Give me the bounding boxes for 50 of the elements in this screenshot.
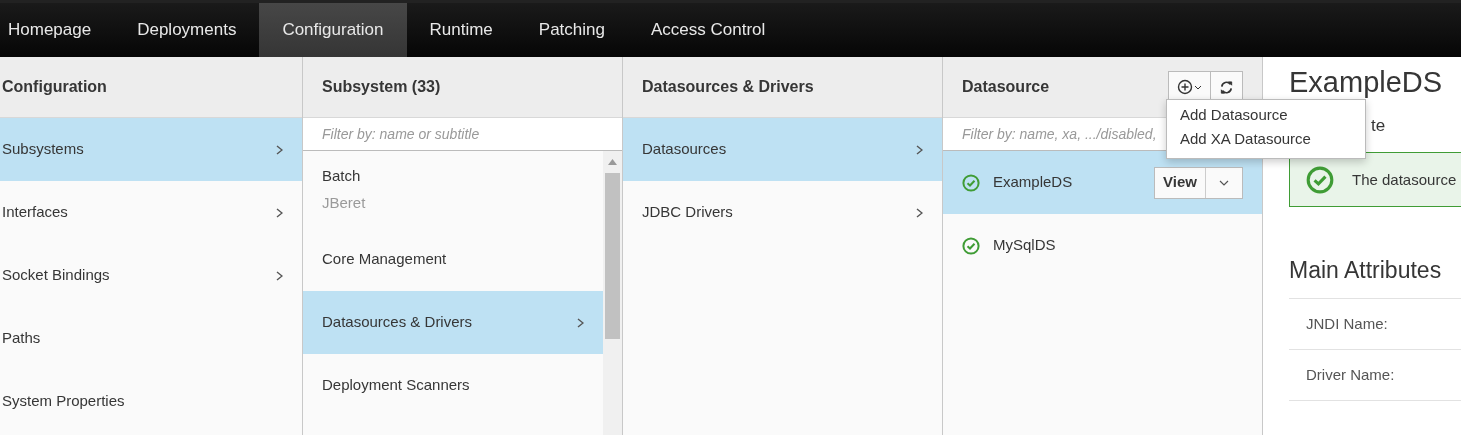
item-label: Deployment Scanners: [322, 375, 470, 396]
item-label: Datasources: [642, 139, 727, 160]
nav-tab[interactable]: Runtime: [406, 3, 516, 57]
item-label: Socket Bindings: [2, 265, 110, 286]
list-item[interactable]: Datasources: [623, 118, 942, 181]
list-item[interactable]: ExampleDS View: [943, 151, 1262, 214]
nav-tab[interactable]: Deployments: [114, 3, 260, 57]
scrollbar[interactable]: [603, 151, 622, 435]
item-label: JDBC Drivers: [642, 202, 733, 223]
nav-tab[interactable]: Access Control: [628, 3, 789, 57]
column-title: Configuration: [2, 77, 107, 97]
item-label: Interfaces: [2, 202, 68, 223]
item-label: System Properties: [2, 391, 125, 412]
check-circle-icon: [1306, 165, 1334, 194]
item-label: MySqlDS: [993, 235, 1056, 256]
item-subtitle: JBeret: [322, 192, 366, 213]
column-title: Datasource: [962, 77, 1050, 97]
alert-text: The datasource: [1352, 169, 1457, 190]
filter-field[interactable]: Filter by: name or subtitle: [303, 118, 622, 151]
nav-tab[interactable]: Configuration: [259, 3, 407, 57]
list-item[interactable]: Subsystems: [0, 118, 302, 181]
list-item[interactable]: Interfaces: [0, 181, 302, 244]
caret-icon: [1219, 179, 1229, 186]
list-item[interactable]: JDBC Drivers: [623, 181, 942, 244]
item-title: Batch: [322, 166, 362, 186]
scroll-up-icon: [608, 159, 617, 165]
attribute-label: Driver Name:: [1306, 364, 1395, 385]
nav-tab[interactable]: Homepage: [0, 3, 115, 57]
nav-tab[interactable]: Patching: [515, 3, 628, 57]
list-item[interactable]: Deployment Scanners: [303, 354, 603, 417]
list-item[interactable]: Paths: [0, 307, 302, 370]
item-label: Subsystems: [2, 139, 84, 160]
add-dropdown-icon: [1177, 79, 1202, 95]
item-label: Core Management: [322, 249, 447, 270]
list-item[interactable]: MySqlDS: [943, 214, 1262, 277]
list-item[interactable]: Core Management: [303, 228, 603, 291]
attribute-label: JNDI Name:: [1306, 313, 1388, 334]
item-label: Paths: [2, 328, 41, 349]
section-title: Main Attributes: [1289, 253, 1461, 299]
list-item[interactable]: Batch JBeret: [303, 151, 603, 228]
column-title: Subsystem (33): [322, 77, 441, 97]
list-item[interactable]: Socket Bindings: [0, 244, 302, 307]
detail-title: ExampleDS: [1289, 67, 1444, 99]
item-label: ExampleDS: [993, 172, 1073, 193]
list-item[interactable]: System Properties: [0, 370, 302, 433]
item-label: Datasources & Drivers: [322, 312, 473, 333]
refresh-icon: [1219, 79, 1234, 95]
list-item[interactable]: Datasources & Drivers: [303, 291, 603, 354]
column-title: Datasources & Drivers: [642, 77, 814, 97]
detail-subtitle: te: [1371, 115, 1386, 135]
